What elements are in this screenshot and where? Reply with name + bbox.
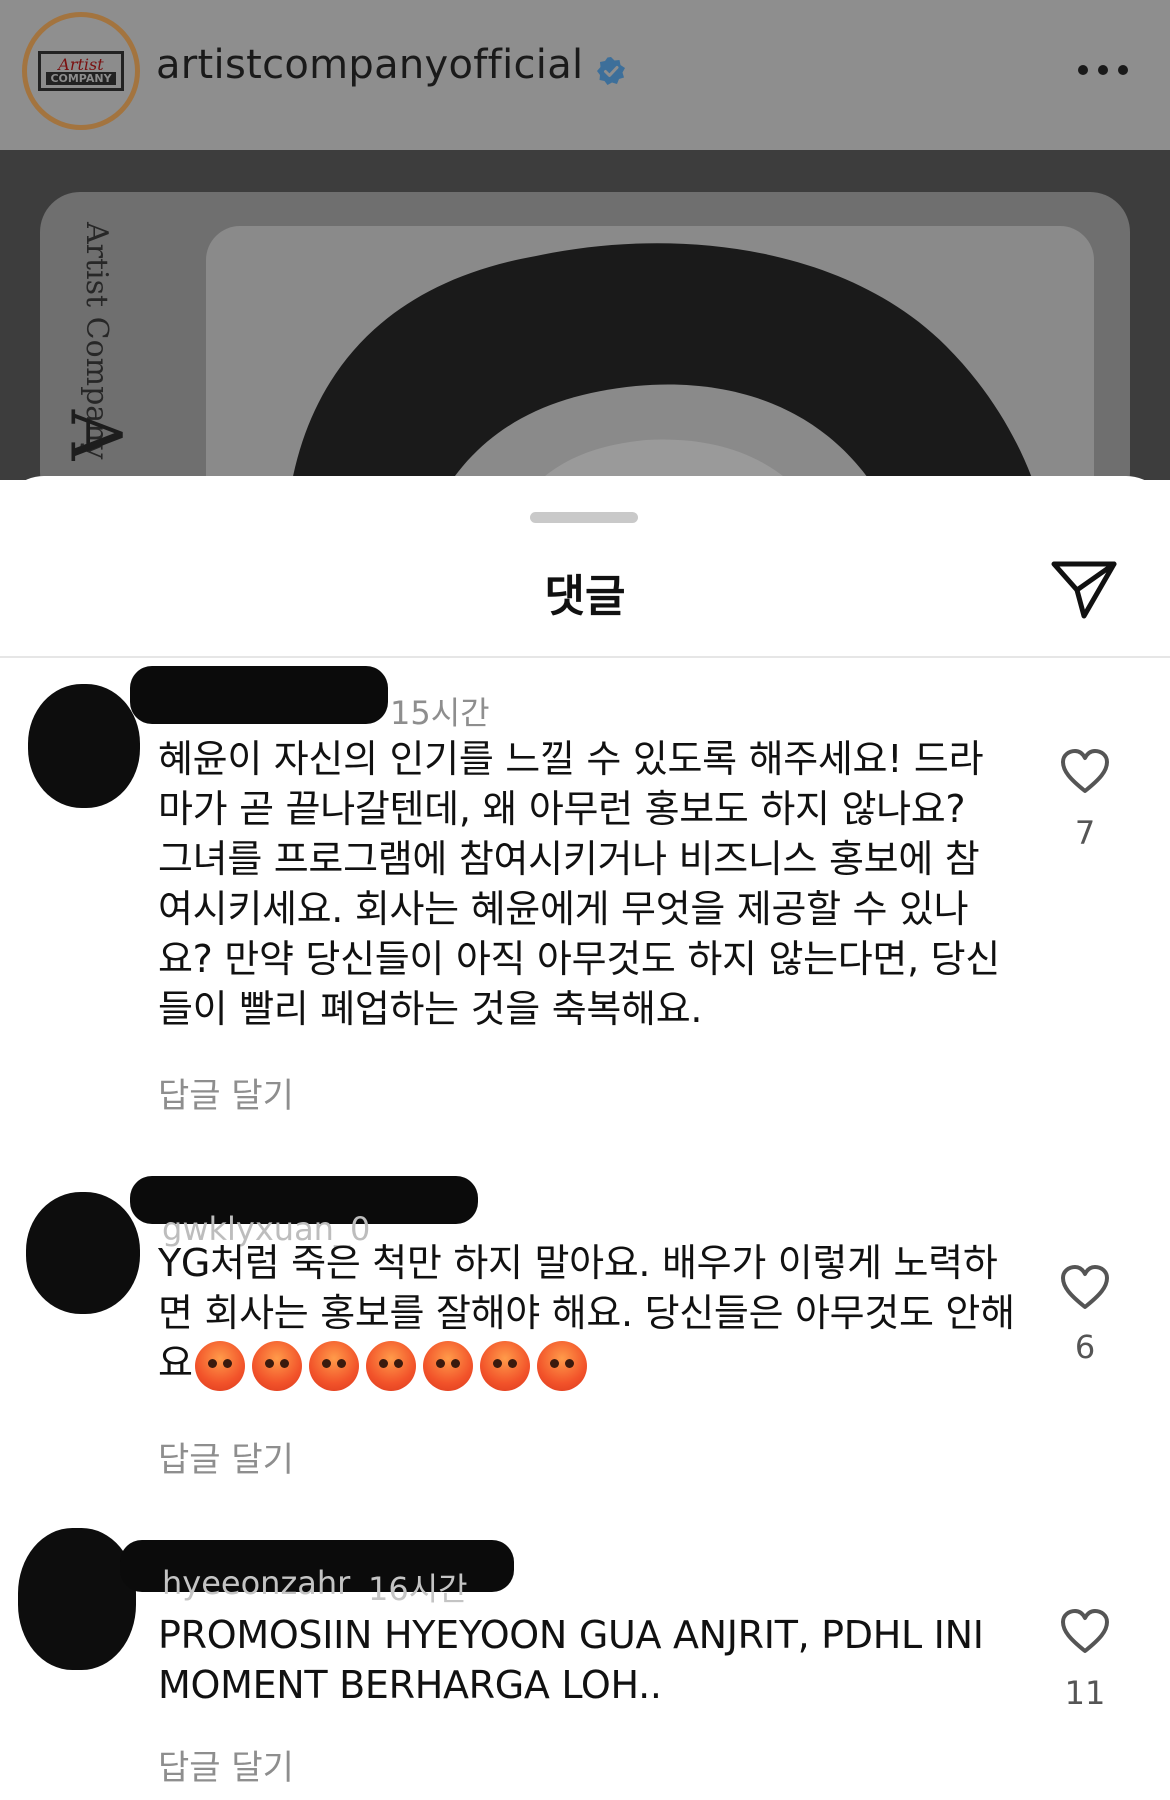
- commenter-avatar[interactable]: [18, 1528, 136, 1670]
- heart-icon[interactable]: [1060, 1608, 1110, 1654]
- comment-username[interactable]: hyeeonzahr: [162, 1564, 350, 1602]
- comments-sheet: 댓글 15시간 혜윤이 자신의 인기를 느낄 수 있도록 해주세요! 드라마가 …: [0, 476, 1170, 1800]
- commenter-avatar[interactable]: [28, 684, 140, 808]
- comment-time: 16시간: [368, 1570, 468, 1608]
- sheet-divider: [0, 656, 1170, 658]
- like-count: 11: [1064, 1674, 1106, 1712]
- like-count: 7: [1074, 814, 1096, 852]
- send-icon[interactable]: [1048, 556, 1120, 622]
- heart-icon[interactable]: [1060, 1264, 1110, 1310]
- comment-time: 15시간: [390, 694, 490, 732]
- logo-line-2: COMPANY: [46, 72, 116, 85]
- angry-emoji-row: [194, 1340, 587, 1391]
- vertical-initial: A: [54, 409, 137, 461]
- redacted-username: [130, 666, 388, 724]
- sheet-title: 댓글: [544, 571, 626, 622]
- comment-text: YG처럼 죽은 척만 하지 말아요. 배우가 이렇게 노력하면 회사는 홍보를 …: [158, 1238, 1018, 1391]
- angry-face-icon: [251, 1340, 302, 1391]
- commenter-avatar[interactable]: [26, 1192, 140, 1314]
- company-logo: Artist COMPANY: [38, 51, 124, 91]
- logo-line-1: Artist: [58, 55, 104, 74]
- angry-face-icon: [365, 1340, 416, 1391]
- post-image: Artist Company A: [0, 150, 1170, 526]
- account-username[interactable]: artistcompanyofficial: [156, 42, 583, 88]
- reply-button[interactable]: 답글 달기: [158, 1740, 294, 1789]
- angry-face-icon: [194, 1340, 245, 1391]
- angry-face-icon: [308, 1340, 359, 1391]
- screen: Artist COMPANY artistcompanyofficial Art…: [0, 0, 1170, 1800]
- heart-icon[interactable]: [1060, 748, 1110, 794]
- post-header: Artist COMPANY artistcompanyofficial: [0, 0, 1170, 150]
- angry-face-icon: [479, 1340, 530, 1391]
- more-options-icon[interactable]: [1076, 60, 1130, 80]
- comment-text: PROMOSIIN HYEYOON GUA ANJRIT, PDHL INI M…: [158, 1613, 984, 1707]
- account-avatar[interactable]: Artist COMPANY: [22, 12, 140, 130]
- like-count: 6: [1074, 1328, 1096, 1366]
- verified-badge-icon: [597, 57, 625, 85]
- drag-handle[interactable]: [530, 512, 638, 523]
- angry-face-icon: [536, 1340, 587, 1391]
- reply-button[interactable]: 답글 달기: [158, 1432, 294, 1481]
- comment-text: 혜윤이 자신의 인기를 느낄 수 있도록 해주세요! 드라마가 곧 끝나갈텐데,…: [158, 737, 1000, 1031]
- reply-button[interactable]: 답글 달기: [158, 1068, 294, 1117]
- angry-face-icon: [422, 1340, 473, 1391]
